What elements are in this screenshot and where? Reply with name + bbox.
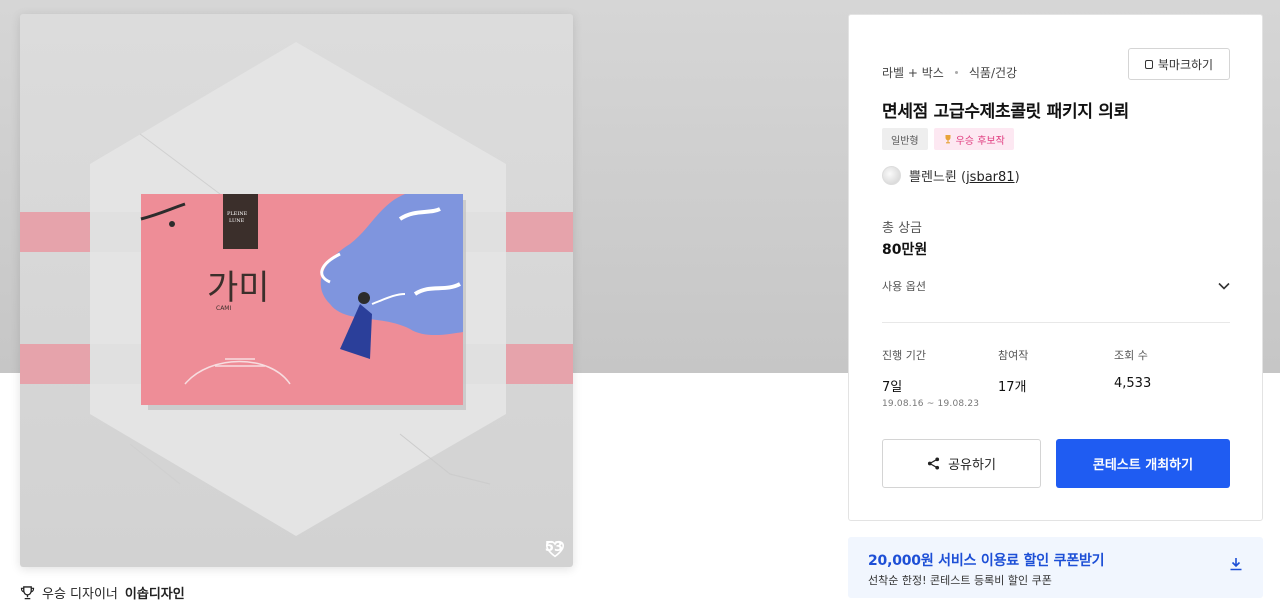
stat-label: 조회 수 (1114, 349, 1148, 362)
contest-info-card: 라벨 + 박스 식품/건강 북마크하기 면세점 고급수제초콜릿 패키지 의뢰 일… (848, 14, 1263, 521)
like-button[interactable]: 53 (545, 540, 564, 558)
avatar (882, 166, 901, 185)
winner-prefix: 우승 디자이너 (42, 587, 118, 602)
svg-text:LUNE: LUNE (229, 218, 245, 224)
stat-entries: 참여작 17개 (998, 347, 1108, 395)
breadcrumb: 라벨 + 박스 식품/건강 (882, 64, 1017, 81)
svg-text:CAMI: CAMI (216, 305, 231, 312)
stat-value: 17개 (998, 380, 1027, 395)
product-image[interactable]: 가미 CAMI PLEINE LUNE 53 (20, 14, 573, 567)
stat-views: 조회 수 4,533 (1114, 347, 1224, 391)
share-button[interactable]: 공유하기 (882, 439, 1041, 488)
coupon-banner[interactable]: 20,000원 서비스 이용료 할인 쿠폰받기 선착순 한정! 콘테스트 등록비… (848, 537, 1263, 598)
chevron-down-icon (1218, 282, 1230, 290)
tag-general: 일반형 (882, 128, 928, 150)
option-label: 사용 옵션 (882, 280, 926, 293)
winner-designer: 우승 디자이너 이솝디자인 (20, 583, 185, 602)
heart-icon (545, 540, 564, 558)
winner-name[interactable]: 이솝디자인 (125, 583, 185, 602)
bookmark-icon (1144, 59, 1153, 69)
open-contest-button[interactable]: 콘테스트 개최하기 (1056, 439, 1230, 488)
prize-value: 80만원 (882, 242, 928, 258)
share-icon (928, 457, 940, 470)
stat-value: 7일 (882, 380, 903, 395)
breadcrumb-category[interactable]: 라벨 + 박스 (882, 64, 944, 81)
client-id[interactable]: jsbar81 (966, 170, 1015, 185)
stat-label: 참여작 (998, 349, 1029, 362)
trophy-icon (945, 134, 951, 144)
divider (882, 322, 1230, 323)
breadcrumb-subcategory[interactable]: 식품/건강 (969, 64, 1017, 81)
contest-tags: 일반형 우승 후보작 (882, 128, 1014, 150)
bookmark-button[interactable]: 북마크하기 (1128, 48, 1230, 80)
share-label: 공유하기 (948, 458, 996, 473)
package-illustration: 가미 CAMI PLEINE LUNE (20, 42, 573, 536)
stat-label: 진행 기간 (882, 349, 926, 362)
stat-value: 4,533 (1114, 376, 1152, 391)
client-name: 쁠렌느륀 (909, 170, 957, 185)
stat-duration: 진행 기간 7일 19.08.16 ~ 19.08.23 (882, 347, 992, 409)
options-toggle[interactable]: 사용 옵션 (882, 271, 1230, 301)
coupon-subtitle: 선착순 한정! 콘테스트 등록비 할인 쿠폰 (868, 574, 1052, 587)
tag-winner-label: 우승 후보작 (955, 135, 1005, 147)
coupon-title: 20,000원 서비스 이용료 할인 쿠폰받기 (868, 553, 1105, 569)
trophy-icon (20, 585, 35, 599)
stat-date-range: 19.08.16 ~ 19.08.23 (882, 399, 980, 409)
bookmark-label: 북마크하기 (1157, 57, 1214, 72)
download-icon[interactable] (1229, 557, 1243, 571)
client-info[interactable]: 쁠렌느륀 (jsbar81) (882, 166, 1020, 185)
breadcrumb-separator (954, 71, 958, 74)
contest-title: 면세점 고급수제초콜릿 패키지 의뢰 (882, 102, 1129, 122)
prize-label: 총 상금 (882, 221, 923, 236)
svg-text:PLEINE: PLEINE (227, 211, 248, 217)
svg-text:가미: 가미 (207, 268, 270, 308)
tag-winner-candidate: 우승 후보작 (933, 128, 1014, 150)
